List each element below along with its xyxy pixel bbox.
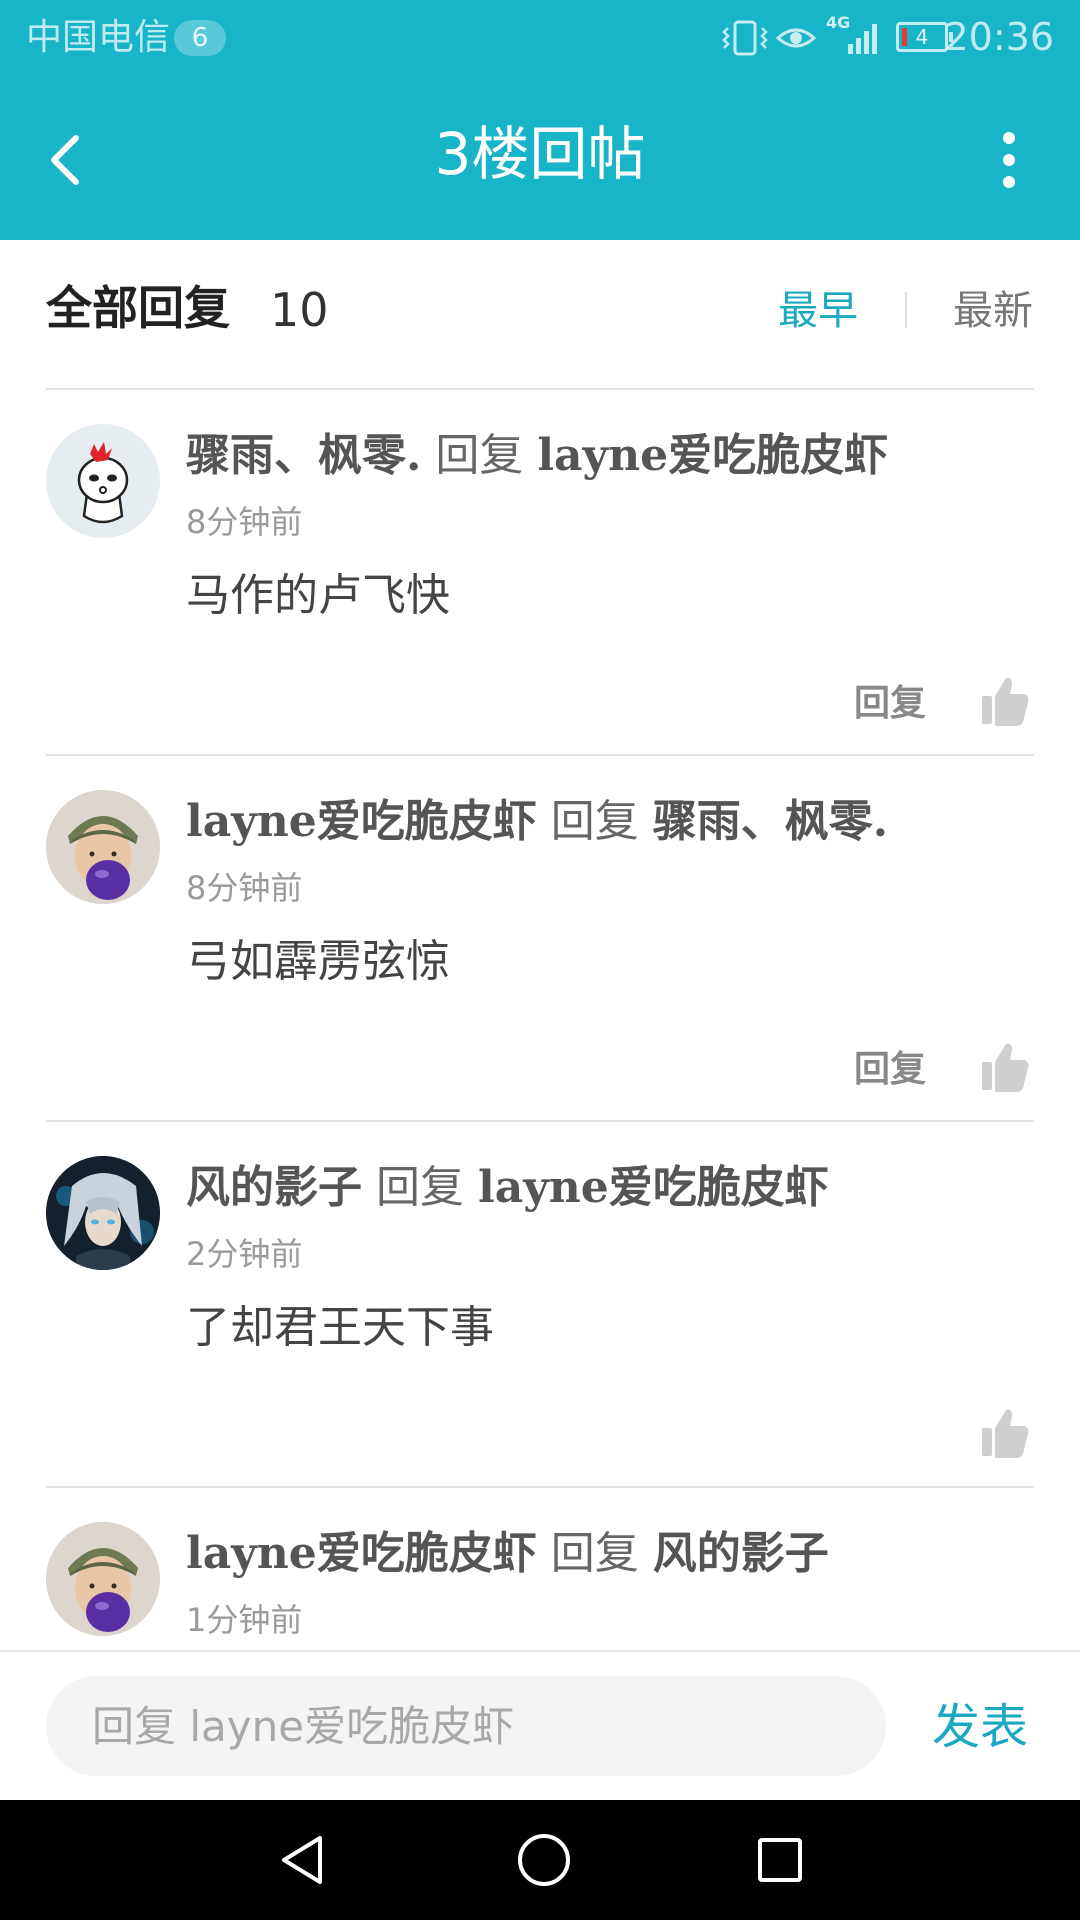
reply-verb: 回复: [550, 1528, 639, 1579]
author-name[interactable]: layne爱吃脆皮虾: [186, 1528, 537, 1579]
battery-level: 4: [915, 25, 929, 49]
reply-button[interactable]: 回复: [854, 680, 926, 728]
carrier-label: 中国电信: [26, 17, 171, 58]
author-name[interactable]: 骤雨、枫零.: [186, 430, 421, 481]
reply-list[interactable]: 骤雨、枫零. 回复 layne爱吃脆皮虾 8分钟前 马作的卢飞快 回复 layn…: [0, 376, 1080, 1650]
reply-time: 2分钟前: [186, 1235, 303, 1273]
vibrate-icon: [722, 20, 768, 56]
sort-divider: [905, 292, 907, 328]
header: 中国电信 6 4G 4 20:36 3楼回帖: [0, 0, 1080, 240]
reply-input[interactable]: [46, 1676, 886, 1776]
signal-icon: [848, 24, 877, 54]
reply-text: 了却君王天下事: [186, 1302, 494, 1353]
sort-bar: 全部回复 10 最早 最新: [0, 240, 1080, 378]
navigation-bar: [0, 1800, 1080, 1920]
sim-badge: 6: [174, 20, 226, 56]
nav-home-button[interactable]: [512, 1828, 576, 1892]
battery-icon: 4: [896, 22, 953, 52]
reply-text: 弓如霹雳弦惊: [186, 936, 450, 987]
circle-home-icon: [518, 1834, 570, 1886]
avatar[interactable]: [46, 1522, 160, 1636]
all-replies-title: 全部回复: [46, 281, 230, 335]
more-button[interactable]: [974, 120, 1044, 200]
app-bar: 3楼回帖: [0, 76, 1080, 240]
like-button[interactable]: [980, 674, 1030, 728]
reply-time: 8分钟前: [186, 503, 303, 541]
status-bar: 中国电信 6 4G 4 20:36: [0, 0, 1080, 76]
like-button[interactable]: [980, 1406, 1030, 1460]
reply-verb: 回复: [435, 430, 524, 481]
reply-button[interactable]: 回复: [854, 1046, 926, 1094]
reply-header: 骤雨、枫零. 回复 layne爱吃脆皮虾: [186, 426, 888, 486]
reply-item: 风的影子 回复 layne爱吃脆皮虾 2分钟前 了却君王天下事: [0, 1122, 1080, 1488]
child-avatar-icon: [46, 790, 160, 904]
reply-header: 风的影子 回复 layne爱吃脆皮虾: [186, 1158, 829, 1218]
thumbs-up-icon: [982, 1409, 1029, 1458]
target-name[interactable]: layne爱吃脆皮虾: [478, 1162, 829, 1213]
target-name[interactable]: 风的影子: [653, 1528, 829, 1579]
avatar[interactable]: [46, 1156, 160, 1270]
reply-item: layne爱吃脆皮虾 回复 风的影子 1分钟前: [0, 1488, 1080, 1650]
nav-recents-button[interactable]: [752, 1832, 808, 1888]
thumbs-up-icon: [982, 677, 1029, 726]
square-recents-icon: [758, 1838, 802, 1882]
send-button[interactable]: 发表: [932, 1696, 1028, 1758]
reply-time: 8分钟前: [186, 869, 303, 907]
anime-avatar-icon: [46, 1156, 160, 1270]
avatar[interactable]: [46, 790, 160, 904]
reply-input-bar: 发表: [0, 1650, 1080, 1800]
reply-item: layne爱吃脆皮虾 回复 骤雨、枫零. 8分钟前 弓如霹雳弦惊 回复: [0, 756, 1080, 1122]
sort-earliest-button[interactable]: 最早: [778, 284, 858, 338]
reply-count: 10: [270, 283, 329, 337]
target-name[interactable]: 骤雨、枫零.: [653, 796, 888, 847]
reply-item: 骤雨、枫零. 回复 layne爱吃脆皮虾 8分钟前 马作的卢飞快 回复: [0, 390, 1080, 756]
reply-verb: 回复: [376, 1162, 464, 1213]
like-button[interactable]: [980, 1040, 1030, 1094]
more-vertical-icon: [1003, 132, 1015, 188]
reply-text: 马作的卢飞快: [186, 570, 450, 621]
clock: 20:36: [944, 15, 1054, 59]
nav-back-button[interactable]: [272, 1830, 332, 1890]
thumbs-up-icon: [982, 1043, 1029, 1092]
sort-newest-button[interactable]: 最新: [953, 284, 1033, 338]
cartoon-avatar-icon: [46, 424, 160, 538]
reply-verb: 回复: [550, 796, 639, 847]
eye-icon: [776, 28, 816, 48]
target-name[interactable]: layne爱吃脆皮虾: [537, 430, 888, 481]
triangle-back-icon: [282, 1836, 322, 1884]
child-avatar-icon: [46, 1522, 160, 1636]
author-name[interactable]: 风的影子: [186, 1162, 362, 1213]
page-title: 3楼回帖: [434, 120, 646, 188]
avatar[interactable]: [46, 424, 160, 538]
reply-header: layne爱吃脆皮虾 回复 风的影子: [186, 1524, 829, 1584]
reply-time: 1分钟前: [186, 1601, 303, 1639]
author-name[interactable]: layne爱吃脆皮虾: [186, 796, 537, 847]
reply-header: layne爱吃脆皮虾 回复 骤雨、枫零.: [186, 792, 888, 852]
